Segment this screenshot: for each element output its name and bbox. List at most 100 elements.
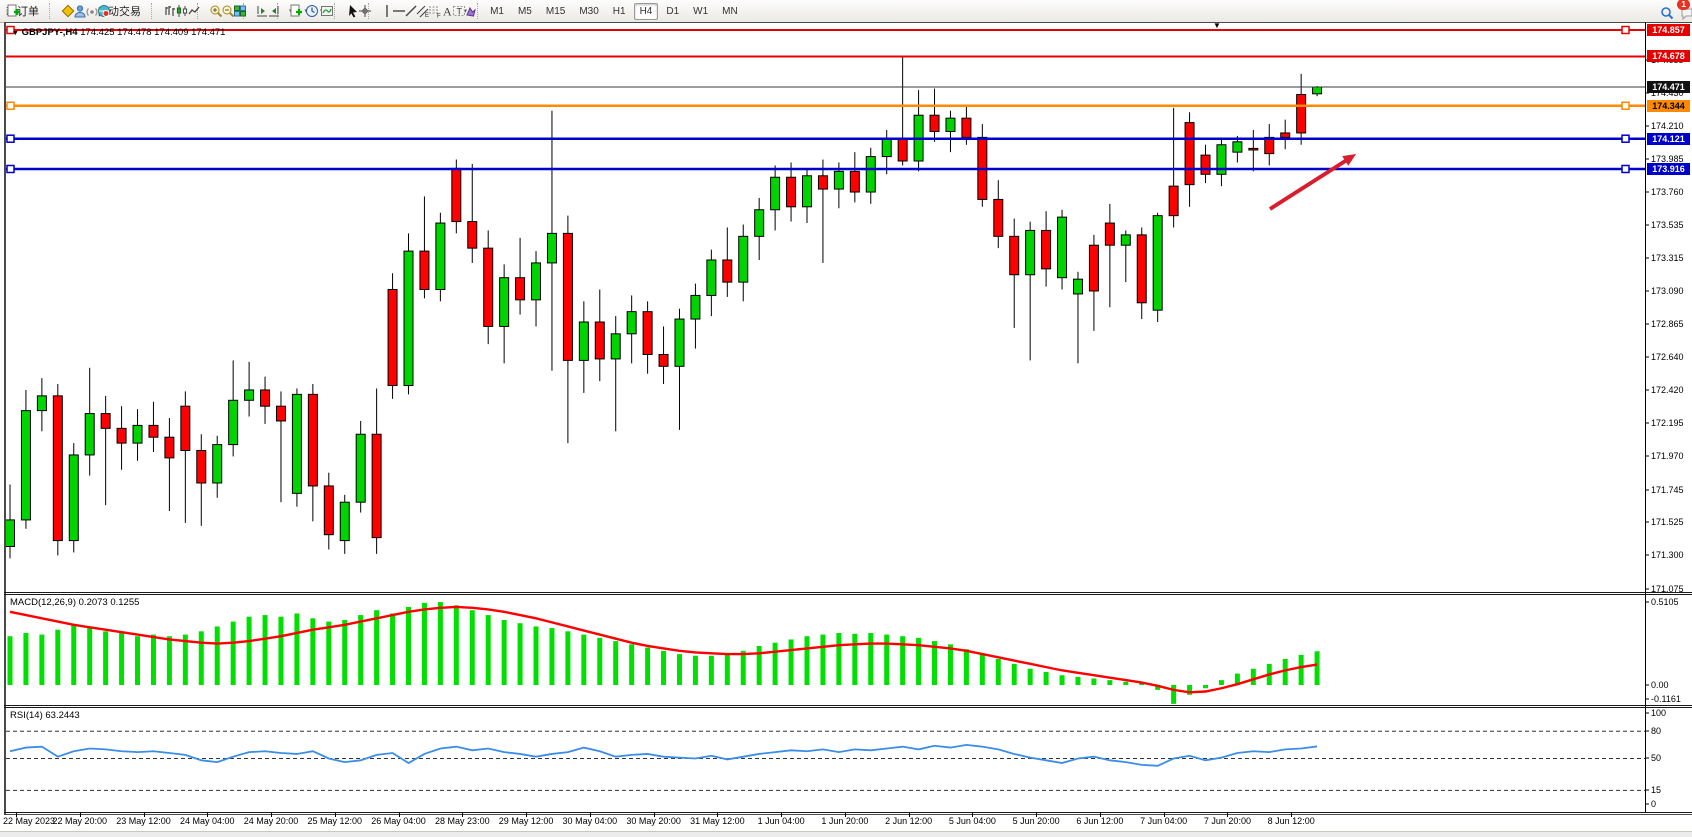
vline-button[interactable] xyxy=(375,0,385,22)
cursor-button[interactable] xyxy=(341,0,351,22)
macd-indicator-label: MACD(12,26,9) 0.2073 0.1255 xyxy=(10,597,139,608)
mt4-terminal: 新订单自动交易▾▾▾EFAT▾M1M5M15M30H1H4D1W1MN1 ▼ G… xyxy=(0,0,1692,837)
macd-histogram-bar xyxy=(1299,655,1304,685)
candle-body xyxy=(261,390,270,406)
macd-histogram-bar xyxy=(645,648,650,685)
macd-histogram-bar xyxy=(1028,669,1033,685)
price-tick-label: 173.090 xyxy=(1651,286,1684,296)
candle-body xyxy=(1010,236,1019,274)
timeframe-h1[interactable]: H1 xyxy=(607,3,632,20)
timeframe-m15[interactable]: M15 xyxy=(540,3,571,20)
timeframe-d1[interactable]: D1 xyxy=(660,3,685,20)
price-tick-mark xyxy=(1645,456,1649,457)
macd-histogram-bar xyxy=(1203,685,1208,688)
new-object-icon xyxy=(289,4,303,18)
time-axis-label: 7 Jun 04:00 xyxy=(1140,816,1187,826)
line-anchor xyxy=(7,102,14,109)
new-object-button[interactable]: ▾ xyxy=(284,0,298,22)
macd-histogram-bar xyxy=(789,639,794,685)
candle-body xyxy=(372,434,381,537)
price-tick-mark xyxy=(1645,125,1649,126)
macd-histogram-bar xyxy=(23,633,28,685)
price-tick-label: 171.300 xyxy=(1651,550,1684,560)
candle-body xyxy=(803,176,812,207)
macd-histogram-bar xyxy=(996,659,1001,685)
chart-shift-button[interactable] xyxy=(250,0,260,22)
candle-body xyxy=(675,319,684,366)
line-chart-icon xyxy=(187,4,201,18)
rsi-tick-mark xyxy=(1645,790,1649,791)
macd-histogram-bar xyxy=(613,641,618,685)
pane-splitter-macd[interactable] xyxy=(4,592,1692,593)
candle-body xyxy=(579,322,588,360)
timeframe-m30[interactable]: M30 xyxy=(573,3,604,20)
candle-body xyxy=(755,210,764,237)
rsi-name: RSI(14) xyxy=(10,710,43,721)
price-badge-174.121: 174.121 xyxy=(1647,133,1690,145)
candle-body xyxy=(787,177,796,207)
macd-histogram-bar xyxy=(454,605,459,685)
macd-histogram-bar xyxy=(167,636,172,685)
candle-body xyxy=(1121,235,1130,245)
chart-shift-marker[interactable]: ▼ xyxy=(1213,22,1221,30)
time-axis-label: 5 Jun 04:00 xyxy=(949,816,996,826)
candle-body xyxy=(1201,155,1210,174)
window-collapse-icon[interactable]: ▼ xyxy=(12,30,19,37)
ohlc-readout: 174.425 174.478 174.409 174.471 xyxy=(80,27,225,38)
price-tick-mark xyxy=(1645,423,1649,424)
price-tick-label: 171.075 xyxy=(1651,584,1684,594)
price-tick-mark xyxy=(1645,389,1649,390)
candle-body xyxy=(149,425,158,437)
paint-button[interactable] xyxy=(56,0,66,22)
zoom-in-button[interactable] xyxy=(204,0,214,22)
candle-body xyxy=(1297,95,1306,133)
macd-histogram-bar xyxy=(518,623,523,685)
timeframe-m1[interactable]: M1 xyxy=(484,3,510,20)
macd-histogram-bar xyxy=(980,654,985,685)
candle-body xyxy=(276,406,285,421)
candle-body xyxy=(818,176,827,189)
autotrade-button[interactable]: 自动交易 xyxy=(92,0,146,22)
candle-body xyxy=(898,139,907,161)
pane-splitter-rsi[interactable] xyxy=(4,705,1692,706)
time-axis-label: 24 May 20:00 xyxy=(244,816,299,826)
macd-histogram-bar xyxy=(884,635,889,685)
candle-body xyxy=(691,295,700,319)
candle-body xyxy=(739,236,748,282)
rsi-tick-mark xyxy=(1645,804,1649,805)
bar-chart-button[interactable] xyxy=(158,0,168,22)
macd-tick-mark xyxy=(1645,602,1649,603)
candle-body xyxy=(420,251,429,289)
macd-pane xyxy=(6,594,1645,705)
macd-histogram-bar xyxy=(39,635,44,685)
timeframe-h4[interactable]: H4 xyxy=(634,3,659,20)
template-icon xyxy=(320,4,334,18)
candle-body xyxy=(181,406,190,450)
chat-button[interactable]: 1 xyxy=(1675,2,1685,24)
macd-histogram-bar xyxy=(55,630,60,685)
new-order-button[interactable]: 新订单 xyxy=(1,0,44,22)
price-pane xyxy=(6,22,1645,592)
macd-histogram-bar xyxy=(342,620,347,685)
candle-body xyxy=(930,115,939,131)
timeframe-m5[interactable]: M5 xyxy=(512,3,538,20)
macd-histogram-bar xyxy=(1251,669,1256,685)
macd-histogram-bar xyxy=(406,607,411,685)
macd-histogram-bar xyxy=(502,620,507,685)
chart-title[interactable]: ▼ GBPJPY-,H4 174.425 174.478 174.409 174… xyxy=(12,27,225,38)
macd-axis-label: 0.5105 xyxy=(1651,597,1679,607)
price-tick-label: 172.640 xyxy=(1651,352,1684,362)
timeframe-w1[interactable]: W1 xyxy=(687,3,714,20)
timeframe-mn[interactable]: MN xyxy=(716,3,744,20)
macd-histogram-bar xyxy=(677,654,682,685)
candle-body xyxy=(468,222,477,249)
macd-histogram-bar xyxy=(103,631,108,685)
macd-histogram-bar xyxy=(565,631,570,685)
price-tick-label: 173.315 xyxy=(1651,253,1684,263)
candle-body xyxy=(707,260,716,295)
candle-body xyxy=(356,434,365,502)
price-tick-label: 171.745 xyxy=(1651,485,1684,495)
rsi-tick-mark xyxy=(1645,758,1649,759)
search-button[interactable] xyxy=(1655,2,1665,24)
candle-body xyxy=(69,455,78,541)
